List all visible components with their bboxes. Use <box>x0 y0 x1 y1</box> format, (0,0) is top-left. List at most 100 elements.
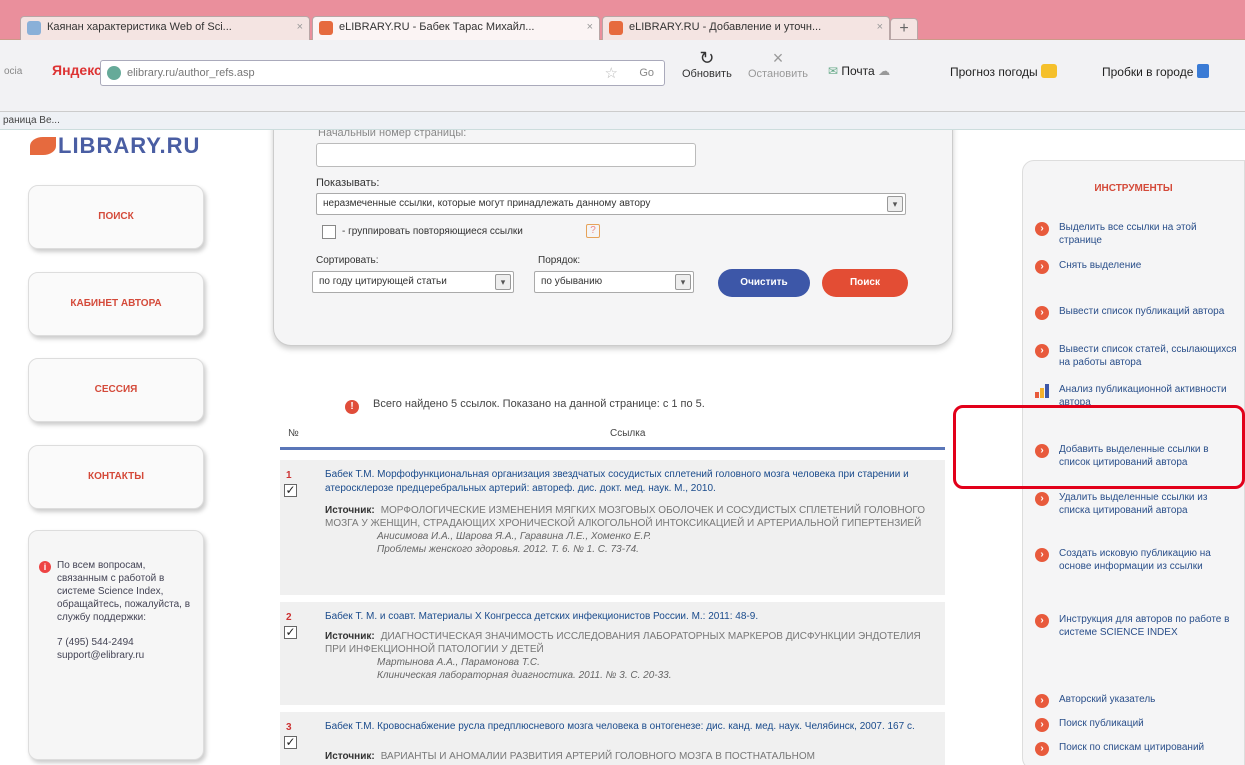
col-number-header: № <box>288 428 299 439</box>
sidebar-item-author-cabinet[interactable]: КАБИНЕТ АВТОРА <box>28 272 204 336</box>
tool-remove-selected-citations[interactable]: › Удалить выделенные ссылки из списка цит… <box>1035 491 1238 517</box>
address-bar[interactable]: elibrary.ru/author_refs.asp ☆ Go <box>100 60 665 86</box>
tool-citing-articles[interactable]: › Вывести список статей, ссылающихся на р… <box>1035 343 1238 369</box>
yandex-logo[interactable]: Яндекс <box>52 62 102 78</box>
tab-label: eLIBRARY.RU - Добавление и уточн... <box>629 21 822 33</box>
mail-link[interactable]: ✉ Почта ☁ <box>828 64 890 78</box>
filter-panel: Начальный номер страницы: Показывать: не… <box>273 130 953 346</box>
tool-label: Выделить все ссылки на этой странице <box>1059 222 1197 246</box>
tool-label: Удалить выделенные ссылки из списка цити… <box>1059 492 1208 516</box>
address-url[interactable]: elibrary.ru/author_refs.asp <box>127 67 255 79</box>
tool-label: Вывести список статей, ссылающихся на ра… <box>1059 344 1237 368</box>
tool-label: Авторский указатель <box>1059 694 1156 705</box>
table-row: 2 ✓ Бабек Т. М. и соавт. Материалы X Кон… <box>280 602 945 708</box>
refresh-button[interactable]: ↻ Обновить <box>682 48 732 80</box>
mail-icon: ✉ <box>828 64 842 78</box>
circle-icon: › <box>1035 344 1049 358</box>
tool-label: Поиск по спискам цитирований <box>1059 742 1205 753</box>
tool-label: Вывести список публикаций автора <box>1059 306 1225 317</box>
col-reference-header: Ссылка <box>610 428 646 439</box>
circle-icon: › <box>1035 222 1049 236</box>
mail-label: Почта <box>841 64 875 78</box>
source-title[interactable]: ВАРИАНТЫ И АНОМАЛИИ РАЗВИТИЯ АРТЕРИЙ ГОЛ… <box>381 751 815 762</box>
row-checkbox[interactable]: ✓ <box>284 736 297 749</box>
weather-link[interactable]: Прогноз погоды <box>950 64 1058 79</box>
tool-author-publications[interactable]: › Вывести список публикаций автора <box>1035 305 1238 320</box>
tools-title: ИНСТРУМЕНТЫ <box>1094 183 1173 194</box>
circle-icon: › <box>1035 614 1049 628</box>
tool-author-instructions[interactable]: › Инструкция для авторов по работе в сист… <box>1035 613 1238 639</box>
tool-label: Анализ публикационной активности автора <box>1059 384 1227 408</box>
tab-elibrary-add[interactable]: eLIBRARY.RU - Добавление и уточн... × <box>602 16 890 40</box>
search-button[interactable]: Поиск <box>822 269 908 297</box>
order-label: Порядок: <box>538 255 581 266</box>
sidebar-item-contacts[interactable]: КОНТАКТЫ <box>28 445 204 509</box>
start-field-input[interactable] <box>316 143 696 167</box>
logo-mark-icon <box>30 137 56 155</box>
star-icon[interactable]: ☆ <box>605 64 618 82</box>
support-email[interactable]: support@elibrary.ru <box>57 650 144 661</box>
group-duplicates-label: - группировать повторяющиеся ссылки <box>342 226 523 237</box>
show-select-value: неразмеченные ссылки, которые могут прин… <box>323 198 651 209</box>
results-info: ! Всего найдено 5 ссылок. Показано на дан… <box>345 398 705 414</box>
close-icon[interactable]: × <box>297 21 303 33</box>
order-select[interactable]: по убыванию ▾ <box>534 271 694 293</box>
tool-deselect[interactable]: › Снять выделение <box>1035 259 1238 274</box>
circle-icon: › <box>1035 260 1049 274</box>
order-select-value: по убыванию <box>541 276 603 287</box>
circle-icon: › <box>1035 718 1049 732</box>
site-icon <box>107 66 121 80</box>
reference-text[interactable]: Бабек Т. М. и соавт. Материалы X Конгрес… <box>325 610 935 624</box>
help-icon[interactable]: ? <box>586 224 600 238</box>
tool-publication-analysis[interactable]: Анализ публикационной активности автора <box>1035 383 1238 409</box>
tool-add-selected-citations[interactable]: › Добавить выделенные ссылки в список цит… <box>1035 443 1238 469</box>
stop-button[interactable]: × Остановить <box>748 48 808 80</box>
support-box: i По всем вопросам, связанным с работой … <box>28 530 204 760</box>
source-block: Источник: ДИАГНОСТИЧЕСКАЯ ЗНАЧИМОСТЬ ИССЛ… <box>325 630 935 682</box>
source-title[interactable]: ДИАГНОСТИЧЕСКАЯ ЗНАЧИМОСТЬ ИССЛЕДОВАНИЯ … <box>325 631 921 655</box>
row-checkbox[interactable]: ✓ <box>284 484 297 497</box>
source-title[interactable]: МОРФОЛОГИЧЕСКИЕ ИЗМЕНЕНИЯ МЯГКИХ МОЗГОВЫ… <box>325 505 925 529</box>
bar-chart-icon <box>1035 384 1049 398</box>
reference-text[interactable]: Бабек Т.М. Морфофункциональная организац… <box>325 468 935 496</box>
weather-icon <box>1041 64 1058 78</box>
go-button[interactable]: Go <box>639 67 654 79</box>
source-journal: Проблемы женского здоровья. 2012. Т. 6. … <box>377 544 639 555</box>
results-info-text: Всего найдено 5 ссылок. Показано на данн… <box>373 398 705 410</box>
sidebar-item-search[interactable]: ПОИСК <box>28 185 204 249</box>
row-number: 2 <box>286 612 292 623</box>
circle-icon: › <box>1035 694 1049 708</box>
chevron-down-icon: ▾ <box>675 274 691 290</box>
group-duplicates-checkbox[interactable] <box>322 225 336 239</box>
reference-text[interactable]: Бабек Т.М. Кровоснабжение русла предплюс… <box>325 720 935 734</box>
circle-icon: › <box>1035 742 1049 756</box>
new-tab-button[interactable]: + <box>890 18 918 40</box>
support-phone: 7 (495) 544-2494 <box>57 637 134 648</box>
tab-web-of-science[interactable]: Каянан характеристика Web of Sci... × <box>20 16 310 40</box>
close-icon[interactable]: × <box>587 21 593 33</box>
nav-stub: ocia <box>4 66 23 77</box>
sort-select[interactable]: по году цитирующей статьи ▾ <box>312 271 514 293</box>
sidebar-item-session[interactable]: СЕССИЯ <box>28 358 204 422</box>
show-select[interactable]: неразмеченные ссылки, которые могут прин… <box>316 193 906 215</box>
chevron-down-icon: ▾ <box>495 274 511 290</box>
traffic-link[interactable]: Пробки в городе <box>1102 64 1209 79</box>
tool-search-publications[interactable]: › Поиск публикаций <box>1035 717 1238 732</box>
stop-label: Остановить <box>748 68 809 80</box>
show-label: Показывать: <box>316 177 380 189</box>
tool-author-index[interactable]: › Авторский указатель <box>1035 693 1238 708</box>
tool-create-publication[interactable]: › Создать исковую публикацию на основе ин… <box>1035 547 1238 573</box>
clear-button[interactable]: Очистить <box>718 269 810 297</box>
row-checkbox[interactable]: ✓ <box>284 626 297 639</box>
bookmark-item[interactable]: раница Ве... <box>3 115 60 126</box>
elibrary-logo[interactable]: LIBRARY.RU <box>30 133 200 159</box>
source-block: Источник: ВАРИАНТЫ И АНОМАЛИИ РАЗВИТИЯ АР… <box>325 750 935 763</box>
tool-search-citation-lists[interactable]: › Поиск по спискам цитирований <box>1035 741 1238 756</box>
tab-elibrary-author[interactable]: eLIBRARY.RU - Бабек Тарас Михайл... × <box>312 16 600 40</box>
info-icon: i <box>39 561 51 573</box>
source-authors: Анисимова И.А., Шарова Я.А., Гаравина Л.… <box>377 531 652 542</box>
tab-label: eLIBRARY.RU - Бабек Тарас Михайл... <box>339 21 535 33</box>
close-icon[interactable]: × <box>877 21 883 33</box>
tool-select-all[interactable]: › Выделить все ссылки на этой странице <box>1035 221 1238 247</box>
row-number: 1 <box>286 470 292 481</box>
